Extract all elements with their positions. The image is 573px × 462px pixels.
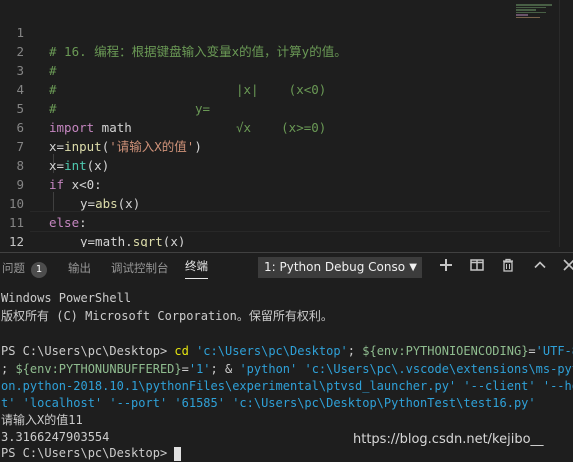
code-line-7[interactable]: 7 x=int(x) [0,118,540,173]
function-name: sqrt [132,234,163,247]
chevron-up-icon[interactable] [531,258,549,276]
tab-label: 问题 [2,261,25,275]
operator: = [528,344,536,358]
code-line-3[interactable]: 3 # y= [0,42,540,116]
prompt: PS C:\Users\pc\Desktop> [1,344,175,358]
terminal-line: on.python-2018.10.1\pythonFiles\experime… [1,379,573,393]
code-line-10[interactable]: 10 else: [0,175,540,230]
tab-problems[interactable]: 问题 1 [2,253,47,283]
terminal-select-value: 1: Python Debug Conso [264,260,406,274]
tab-debug-console[interactable]: 调试控制台 [111,253,169,283]
line-number: 12 [8,234,24,247]
plus-icon[interactable] [437,258,455,276]
problem-count-badge: 1 [31,262,47,278]
argument: 'c:\Users\pc\Desktop' [188,344,348,358]
command: cd [174,344,189,358]
code-line-12[interactable]: 12 print(y) [0,213,540,247]
code-line-6[interactable]: 6 x=input('请输入X的值') [0,99,540,154]
code-line-9[interactable]: 9 y=abs(x) [0,156,540,211]
terminal-line: 3.3166247903554 [1,430,110,444]
terminal-select[interactable]: 1: Python Debug Conso ▼ [258,257,422,278]
terminal-line: 请输入X的值11 [1,413,83,427]
separator: ; [1,362,16,376]
tab-terminal[interactable]: 终端 [185,253,208,279]
string-value: 'python' [239,362,298,376]
terminal-line: PS C:\Users\pc\Desktop> cd 'c:\Users\pc\… [1,343,573,360]
terminal-cursor [174,446,182,461]
code-text: (x) [162,234,186,247]
terminal-line: Windows PowerShell [1,291,132,305]
code-line-1[interactable]: 1 # 16. 编程：根据键盘输入变量x的值，计算y的值。 [0,4,540,59]
env-variable: ${env:PYTHONUNBUFFERED} [15,362,182,376]
prompt: PS C:\Users\pc\Desktop> [1,446,175,460]
code-line-5[interactable]: 5 import math [0,80,540,135]
terminal-line: t' 'localhost' '--port' '61585' 'c:\User… [1,396,536,410]
panel-tab-bar: 问题 1 输出 调试控制台 终端 1: Python Debug Conso ▼ [0,252,573,283]
split-icon[interactable] [468,258,486,276]
minimap[interactable] [516,4,556,24]
terminal-line: 版权所有 (C) Microsoft Corporation。保留所有权利。 [1,309,333,323]
operator: = [181,362,189,376]
code-text: y=math. [80,234,133,247]
code-line-2[interactable]: 2 # |x| (x<0) [0,23,540,97]
code-editor[interactable]: 1 # 16. 编程：根据键盘输入变量x的值，计算y的值。 2 # |x| (x… [0,0,573,247]
string-value: '1' [188,362,211,376]
code-line-8[interactable]: 8 if x<0: [0,137,540,192]
tab-output[interactable]: 输出 [68,253,91,283]
env-variable: ${env:PYTHONIOENCODING} [362,344,529,358]
separator: ; [347,344,363,358]
chevron-down-icon: ▼ [409,262,417,273]
string-value: 'UTF-8' [535,344,573,358]
code-line-11[interactable]: 11 y=math.sqrt(x) [0,194,540,247]
watermark-text: https://blog.csdn.net/kejibo__ [353,432,544,447]
editor-scrollbar[interactable] [559,0,573,247]
terminal-line: PS C:\Users\pc\Desktop> [1,445,182,462]
terminal-line: ; ${env:PYTHONUNBUFFERED}='1'; & 'python… [1,361,573,378]
separator: ; & [210,362,240,376]
code-line-4[interactable]: 4 # √x (x>=0) [0,61,540,135]
close-icon[interactable] [560,258,573,276]
string-value: 'c:\Users\pc\.vscode\extensions\ms-pyth [297,362,573,376]
trash-icon[interactable] [499,258,517,276]
